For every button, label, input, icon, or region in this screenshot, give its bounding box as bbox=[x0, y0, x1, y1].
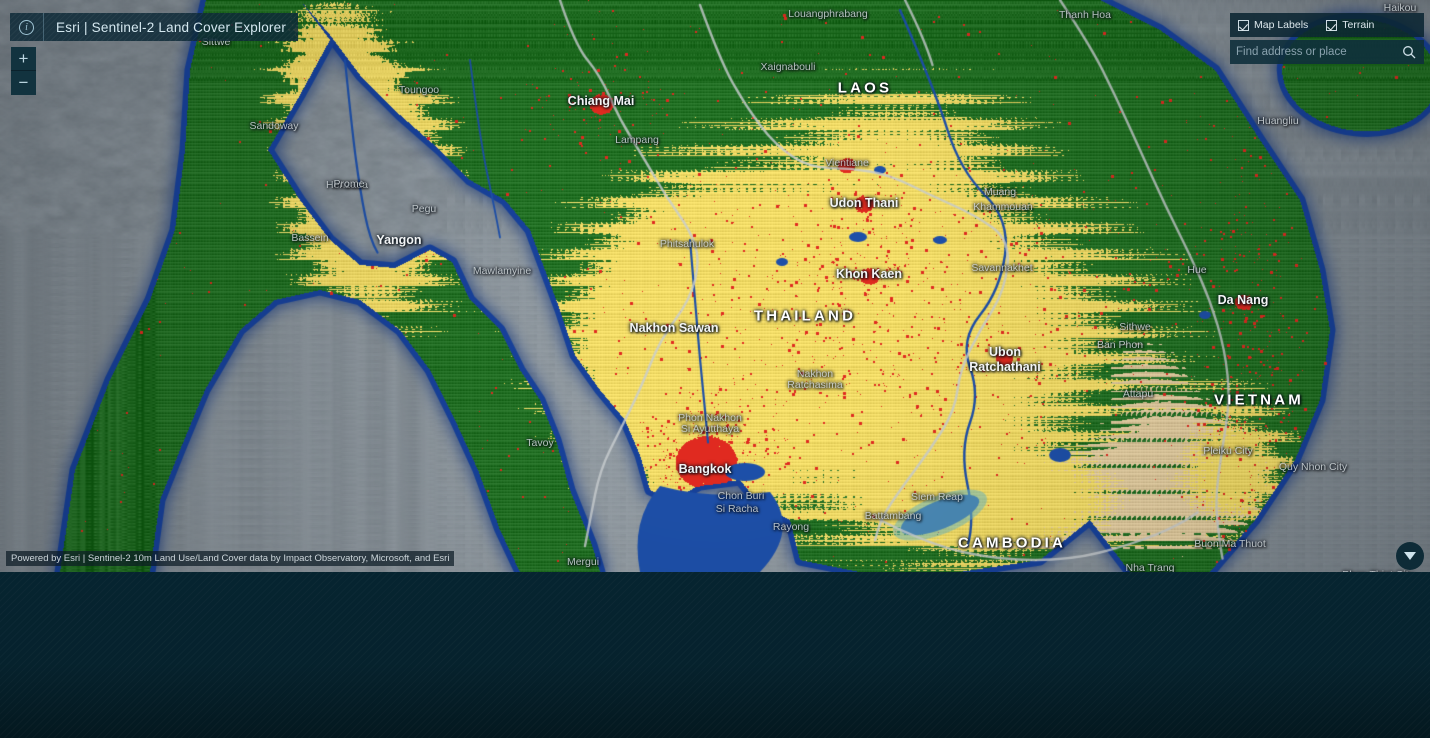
checkbox-check-icon bbox=[1326, 19, 1338, 31]
app-header: i Esri | Sentinel-2 Land Cover Explorer bbox=[10, 13, 299, 41]
map-labels-label: Map Labels bbox=[1254, 19, 1309, 31]
page-title[interactable]: Esri | Sentinel-2 Land Cover Explorer bbox=[44, 20, 298, 35]
bottom-control-panel: 10M LAND COVER CHOOSE A YEAR TO VIEW LAN… bbox=[0, 572, 1430, 738]
checkbox-check-icon bbox=[1238, 19, 1249, 31]
terrain-label: Terrain bbox=[1342, 19, 1375, 31]
map-options-panel: Map Labels Terrain bbox=[1230, 13, 1424, 64]
zoom-in-button[interactable]: + bbox=[11, 47, 36, 71]
zoom-out-button[interactable]: − bbox=[11, 71, 36, 95]
search-input[interactable] bbox=[1236, 46, 1400, 58]
map-raster-layer[interactable] bbox=[0, 0, 1430, 572]
land-cover-explorer-app: LAOS THAILAND VIETNAM CAMBODIA Yangon Bangkok… bbox=[0, 0, 1430, 738]
map-viewport[interactable]: LAOS THAILAND VIETNAM CAMBODIA Yangon Bangkok… bbox=[0, 0, 1430, 572]
info-circle-icon: i bbox=[19, 19, 34, 35]
search-bar bbox=[1230, 40, 1424, 64]
chevron-down-icon bbox=[1404, 552, 1416, 560]
zoom-controls: + − bbox=[11, 47, 36, 95]
collapse-panel-button[interactable] bbox=[1396, 542, 1424, 570]
map-toggles: Map Labels Terrain bbox=[1230, 13, 1424, 37]
header-info-button[interactable]: i bbox=[10, 13, 44, 41]
search-icon[interactable] bbox=[1400, 45, 1418, 59]
map-attribution: Powered by Esri | Sentinel-2 10m Land Us… bbox=[6, 551, 455, 566]
map-labels-checkbox[interactable]: Map Labels bbox=[1238, 19, 1308, 31]
terrain-checkbox[interactable]: Terrain bbox=[1326, 19, 1374, 31]
